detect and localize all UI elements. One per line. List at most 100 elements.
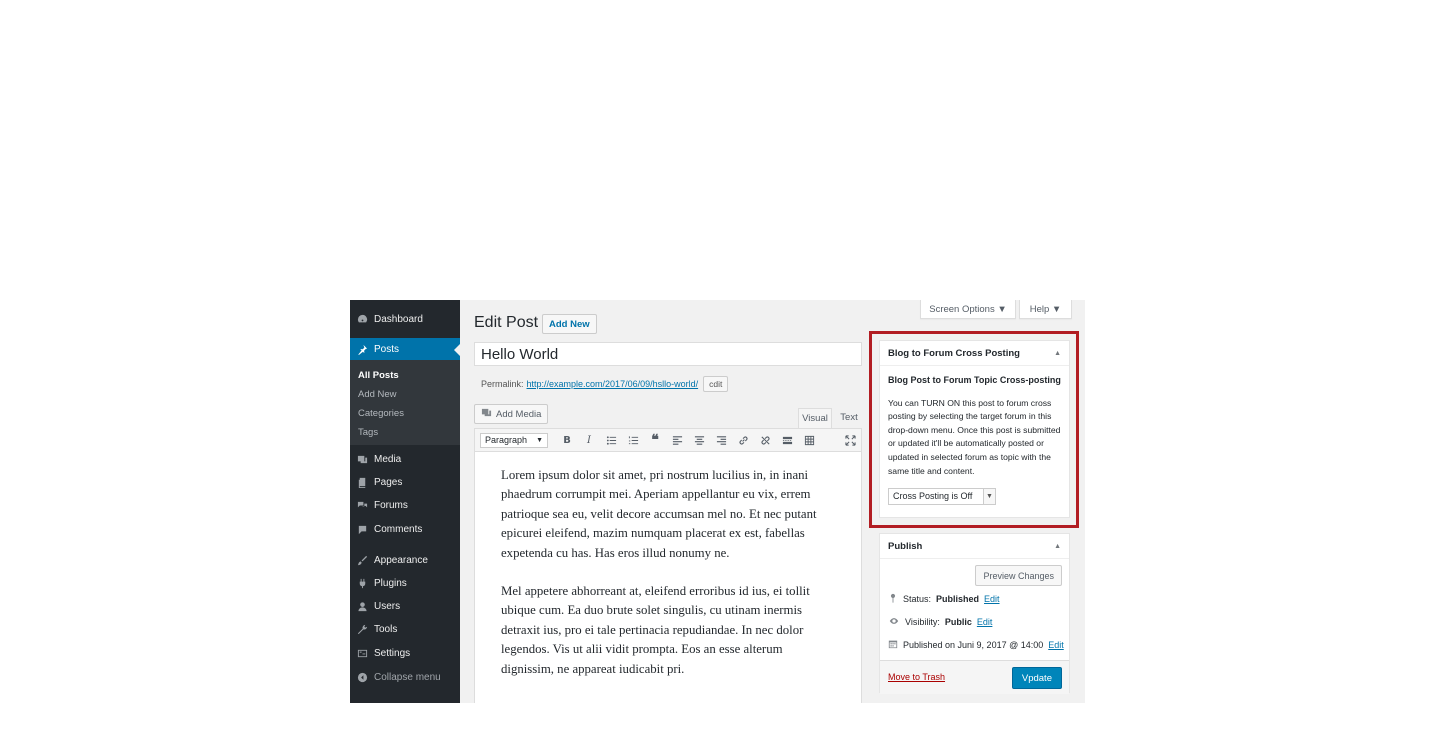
bulleted-list-icon[interactable] bbox=[600, 430, 622, 450]
sidebar-item-settings[interactable]: Settings bbox=[350, 642, 460, 665]
align-left-icon[interactable] bbox=[666, 430, 688, 450]
collapse-arrow-icon[interactable]: ▲ bbox=[1054, 543, 1061, 550]
cross-posting-description: You can TURN ON this post to forum cross… bbox=[888, 397, 1061, 476]
publish-heading: Publish bbox=[888, 540, 923, 552]
dashboard-icon bbox=[350, 314, 374, 325]
sidebar-item-dashboard[interactable]: Dashboard bbox=[350, 308, 460, 331]
forums-icon bbox=[350, 500, 374, 511]
tab-visual[interactable]: Visual bbox=[798, 408, 832, 428]
cross-posting-select-value: Cross Posting is Off bbox=[893, 490, 973, 501]
pages-icon bbox=[350, 477, 374, 488]
add-media-button[interactable]: Add Media bbox=[474, 404, 549, 424]
submenu-item-categories[interactable]: Categories bbox=[358, 408, 404, 419]
collapse-menu-button[interactable]: Collapse menu bbox=[350, 666, 460, 689]
numbered-list-icon[interactable] bbox=[622, 430, 644, 450]
pin-icon bbox=[888, 593, 898, 605]
status-label: Status: bbox=[903, 594, 932, 604]
blockquote-icon[interactable]: ❝ bbox=[644, 430, 666, 450]
post-content-editor[interactable]: Lorem ipsum dolor sit amet, pri nostrum … bbox=[474, 452, 862, 703]
add-new-button[interactable]: Add New bbox=[542, 314, 597, 334]
move-to-trash-link[interactable]: Move to Trash bbox=[888, 672, 945, 682]
help-button[interactable]: Help ▼ bbox=[1019, 300, 1072, 319]
sidebar-label: Tools bbox=[374, 624, 398, 635]
sidebar-label: Forums bbox=[374, 500, 408, 511]
fullscreen-icon[interactable] bbox=[839, 430, 861, 450]
screen-options-button[interactable]: Screen Options ▼ bbox=[920, 300, 1016, 319]
collapse-arrow-icon[interactable]: ▲ bbox=[1054, 350, 1061, 357]
publish-header[interactable]: Publish ▲ bbox=[880, 534, 1069, 559]
link-icon[interactable] bbox=[732, 430, 754, 450]
editor-toolbar: Paragraph ▼ B I ❝ bbox=[474, 428, 862, 452]
sidebar-label: Media bbox=[374, 454, 402, 465]
sidebar-label: Posts bbox=[374, 344, 400, 355]
collapse-icon bbox=[350, 672, 374, 683]
publish-actions: Move to Trash Vpdate bbox=[880, 660, 1069, 694]
plug-icon bbox=[350, 578, 374, 589]
published-date: Published on Juni 9, 2017 @ 14:00 bbox=[903, 640, 1044, 650]
update-button[interactable]: Vpdate bbox=[1011, 667, 1062, 689]
permalink-edit-button[interactable]: cdit bbox=[703, 376, 729, 392]
sidebar-item-tools[interactable]: Tools bbox=[350, 618, 460, 641]
sidebar-item-appearance[interactable]: Appearance bbox=[350, 549, 460, 572]
sidebar-item-comments[interactable]: Comments bbox=[350, 518, 460, 541]
chevron-down-icon: ▼ bbox=[536, 436, 543, 444]
media-icon bbox=[350, 454, 374, 465]
tab-text[interactable]: Text bbox=[836, 408, 862, 427]
sidebar-item-pages[interactable]: Pages bbox=[350, 471, 460, 494]
comment-icon bbox=[350, 524, 374, 535]
cross-posting-heading: Blog to Forum Cross Posting bbox=[888, 347, 1020, 359]
content-paragraph: Mel appetere abhorreant at, eleifend err… bbox=[501, 584, 810, 676]
posts-submenu: All Posts Add New Categories Tags bbox=[350, 360, 460, 445]
sidebar-item-users[interactable]: Users bbox=[350, 595, 460, 618]
sidebar-item-forums[interactable]: Forums bbox=[350, 494, 460, 517]
read-more-icon[interactable] bbox=[776, 430, 798, 450]
sidebar-label: Settings bbox=[374, 648, 411, 659]
sidebar-item-posts[interactable]: Posts bbox=[350, 338, 460, 361]
media-icon bbox=[481, 407, 492, 421]
published-date-row: Published on Juni 9, 2017 @ 14:00 Edit bbox=[888, 639, 1064, 651]
sidebar-item-media[interactable]: Media bbox=[350, 448, 460, 471]
settings-icon bbox=[350, 648, 374, 659]
sidebar-label: Collapse menu bbox=[374, 672, 441, 683]
cross-posting-header[interactable]: Blog to Forum Cross Posting ▲ bbox=[880, 341, 1069, 366]
wrench-icon bbox=[350, 624, 374, 635]
align-right-icon[interactable] bbox=[710, 430, 732, 450]
format-select[interactable]: Paragraph ▼ bbox=[480, 432, 548, 448]
italic-icon[interactable]: I bbox=[578, 430, 600, 450]
cross-posting-select[interactable]: Cross Posting is Off ▼ bbox=[888, 488, 996, 506]
permalink-row: Permalink: http://example.com/2017/06/09… bbox=[481, 376, 729, 392]
calendar-icon bbox=[888, 639, 898, 651]
status-row: Status: Published Edit bbox=[888, 593, 1000, 605]
content-paragraph: Lorem ipsum dolor sit amet, pri nostrum … bbox=[501, 468, 817, 560]
date-edit-link[interactable]: Edit bbox=[1048, 640, 1064, 650]
sidebar-label: Dashboard bbox=[374, 314, 423, 325]
bold-icon[interactable]: B bbox=[556, 430, 578, 450]
submenu-item-all-posts[interactable]: All Posts bbox=[358, 370, 399, 381]
unlink-icon[interactable] bbox=[754, 430, 776, 450]
align-center-icon[interactable] bbox=[688, 430, 710, 450]
eye-icon bbox=[888, 616, 900, 628]
visibility-edit-link[interactable]: Edit bbox=[977, 617, 993, 627]
chevron-down-icon: ▼ bbox=[983, 489, 995, 505]
add-media-label: Add Media bbox=[496, 408, 542, 420]
post-title-input[interactable]: Hello World bbox=[474, 342, 862, 366]
admin-sidebar: Dashboard Posts All Posts Add New Catego… bbox=[350, 300, 460, 703]
submenu-item-add-new[interactable]: Add New bbox=[358, 389, 397, 400]
status-value: Published bbox=[936, 594, 980, 604]
pin-icon bbox=[350, 344, 374, 355]
sidebar-label: Pages bbox=[374, 477, 403, 488]
toolbar-toggle-icon[interactable] bbox=[798, 430, 820, 450]
sidebar-item-plugins[interactable]: Plugins bbox=[350, 572, 460, 595]
submenu-item-tags[interactable]: Tags bbox=[358, 427, 378, 438]
visibility-label: Visibility: bbox=[905, 617, 940, 627]
wp-admin-window: Dashboard Posts All Posts Add New Catego… bbox=[350, 300, 1085, 703]
sidebar-label: Plugins bbox=[374, 578, 407, 589]
sidebar-label: Comments bbox=[374, 524, 423, 535]
status-edit-link[interactable]: Edit bbox=[984, 594, 1000, 604]
preview-changes-button[interactable]: Preview Changes bbox=[975, 565, 1062, 586]
cross-posting-body: Blog Post to Forum Topic Cross-posting Y… bbox=[880, 366, 1069, 513]
permalink-link[interactable]: http://example.com/2017/06/09/hsllo-worl… bbox=[527, 379, 699, 389]
user-icon bbox=[350, 601, 374, 612]
visibility-row: Visibility: Public Edit bbox=[888, 616, 992, 628]
visibility-value: Public bbox=[944, 617, 972, 627]
